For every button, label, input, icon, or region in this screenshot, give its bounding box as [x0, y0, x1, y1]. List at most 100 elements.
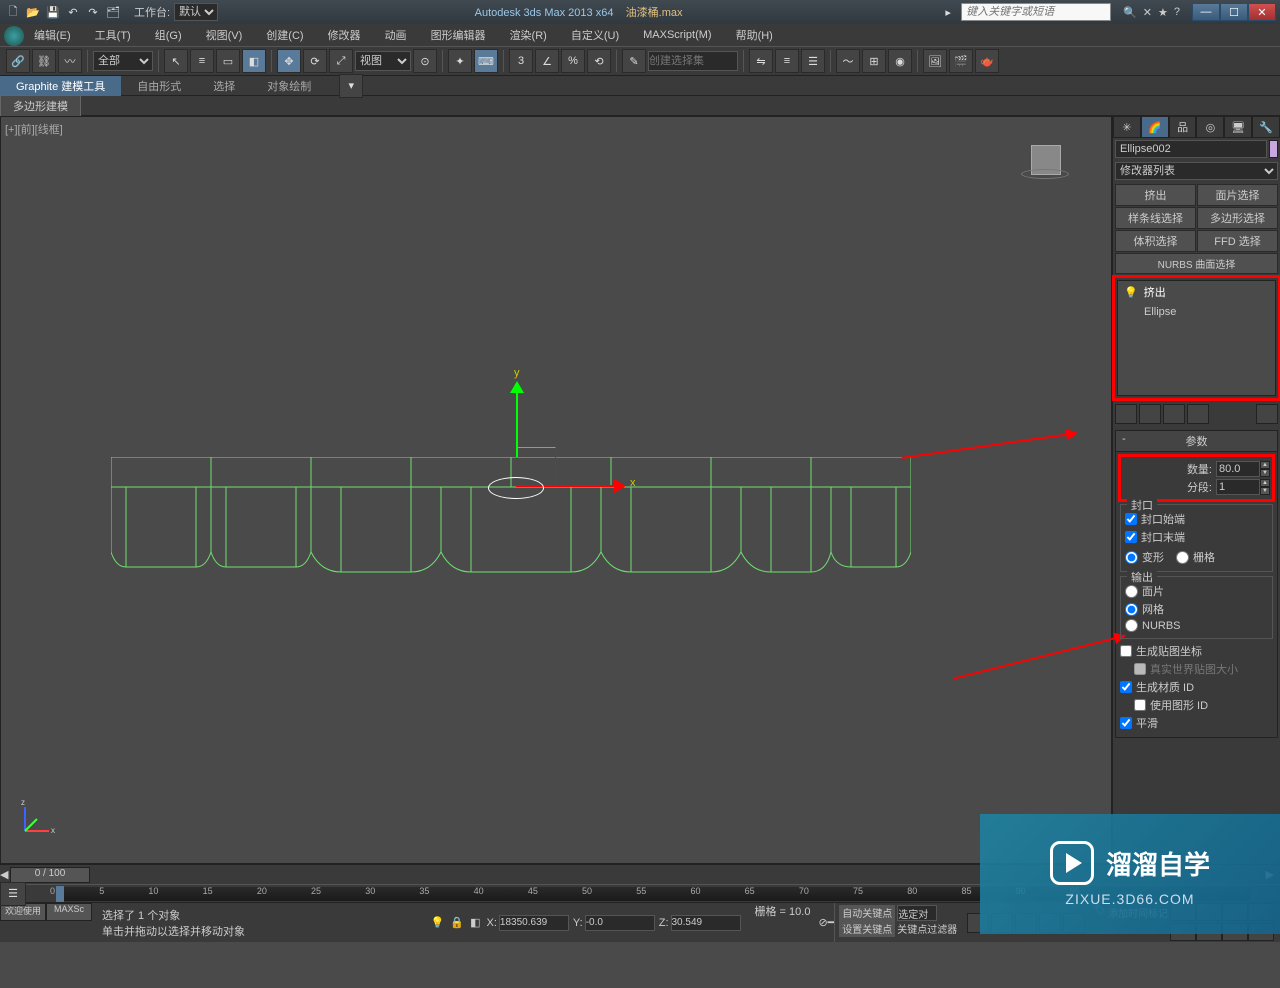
menu-group[interactable]: 组(G) — [145, 25, 192, 45]
welcome-button[interactable]: 欢迎使用 — [0, 903, 46, 921]
menu-animation[interactable]: 动画 — [375, 25, 417, 45]
ribbon-expand-icon[interactable]: ▾ — [339, 74, 363, 98]
rotate-icon[interactable]: ⟳ — [303, 49, 327, 73]
help-search-input[interactable] — [961, 3, 1111, 21]
lock-selection-icon[interactable]: 🔒 — [450, 916, 464, 929]
mesh-radio[interactable] — [1125, 603, 1138, 616]
create-tab-icon[interactable]: ✳ — [1113, 116, 1141, 138]
help-icon[interactable]: ? — [1174, 6, 1180, 19]
stack-item-extrude[interactable]: 💡 挤出 — [1118, 281, 1275, 303]
trackbar-toggle-icon[interactable]: ☰ — [0, 882, 26, 906]
utilities-tab-icon[interactable]: 🔧 — [1252, 116, 1280, 138]
show-end-icon[interactable] — [1139, 404, 1161, 424]
smooth-checkbox[interactable] — [1120, 717, 1132, 729]
viewport-front[interactable]: [+][前][线框] — [0, 116, 1112, 864]
use-shape-checkbox[interactable] — [1134, 699, 1146, 711]
y-coord-input[interactable] — [585, 915, 655, 931]
close-button[interactable]: ✕ — [1248, 3, 1276, 21]
open-file-icon[interactable]: 📂 — [24, 3, 42, 21]
layers-icon[interactable]: ☰ — [801, 49, 825, 73]
viewcube[interactable] — [1021, 145, 1071, 195]
amount-spinner[interactable]: ▲▼ — [1216, 461, 1270, 477]
scale-icon[interactable]: ⤢ — [329, 49, 353, 73]
menu-customize[interactable]: 自定义(U) — [561, 25, 629, 45]
tab-selection[interactable]: 选择 — [197, 76, 251, 96]
connect-icon[interactable]: ✕ — [1143, 6, 1152, 19]
tab-graphite[interactable]: Graphite 建模工具 — [0, 76, 121, 96]
cap-start-checkbox[interactable] — [1125, 513, 1137, 525]
nurbs-radio[interactable] — [1125, 619, 1138, 632]
window-crossing-icon[interactable]: ◧ — [242, 49, 266, 73]
menu-rendering[interactable]: 渲染(R) — [500, 25, 557, 45]
modifier-list-dropdown[interactable]: 修改器列表 — [1115, 162, 1278, 180]
segments-spinner[interactable]: ▲▼ — [1216, 479, 1270, 495]
display-tab-icon[interactable]: 🖥 — [1224, 116, 1252, 138]
app-logo-icon[interactable] — [4, 26, 24, 46]
tab-paint[interactable]: 对象绘制 — [251, 76, 327, 96]
snap-toggle-icon[interactable]: 3 — [509, 49, 533, 73]
amount-input[interactable] — [1216, 461, 1260, 477]
menu-views[interactable]: 视图(V) — [196, 25, 253, 45]
key-mode-icon[interactable]: ⊘━ — [818, 916, 834, 929]
named-sel-icon[interactable]: ✎ — [622, 49, 646, 73]
render-icon[interactable]: 🫖 — [975, 49, 999, 73]
spinner-snap-icon[interactable]: ⟲ — [587, 49, 611, 73]
menu-edit[interactable]: 编辑(E) — [24, 25, 81, 45]
mod-volsel-button[interactable]: 体积选择 — [1115, 230, 1196, 252]
comm-center-icon[interactable]: ▸ — [939, 3, 957, 21]
transform-gizmo[interactable]: y x — [496, 387, 646, 537]
undo-icon[interactable]: ↶ — [64, 3, 82, 21]
curve-editor-icon[interactable]: 〜 — [836, 49, 860, 73]
minimize-button[interactable]: — — [1192, 3, 1220, 21]
patch-radio[interactable] — [1125, 585, 1138, 598]
modify-tab-icon[interactable]: 🌈 — [1141, 116, 1169, 138]
menu-maxscript[interactable]: MAXScript(M) — [633, 27, 721, 43]
object-color-swatch[interactable] — [1269, 140, 1278, 158]
render-setup-icon[interactable]: 🖼 — [923, 49, 947, 73]
x-coord-input[interactable] — [499, 915, 569, 931]
menu-grapheditors[interactable]: 图形编辑器 — [421, 25, 496, 45]
menu-create[interactable]: 创建(C) — [256, 25, 313, 45]
isolate-icon[interactable]: ◧ — [470, 916, 480, 929]
mod-polysel-button[interactable]: 多边形选择 — [1197, 207, 1278, 229]
cap-end-checkbox[interactable] — [1125, 531, 1137, 543]
maxscript-button[interactable]: MAXSc — [46, 903, 92, 921]
move-icon[interactable]: ✥ — [277, 49, 301, 73]
bind-icon[interactable]: 〰 — [58, 49, 82, 73]
manipulate-icon[interactable]: ✦ — [448, 49, 472, 73]
menu-tools[interactable]: 工具(T) — [85, 25, 141, 45]
render-frame-icon[interactable]: 🎬 — [949, 49, 973, 73]
remove-mod-icon[interactable] — [1187, 404, 1209, 424]
project-icon[interactable]: 🗂 — [104, 3, 122, 21]
search-icon[interactable]: 🔍 — [1123, 6, 1137, 19]
link-icon[interactable]: 🔗 — [6, 49, 30, 73]
material-editor-icon[interactable]: ◉ — [888, 49, 912, 73]
mod-patchsel-button[interactable]: 面片选择 — [1197, 184, 1278, 206]
mod-splinesel-button[interactable]: 样条线选择 — [1115, 207, 1196, 229]
menu-help[interactable]: 帮助(H) — [726, 25, 783, 45]
align-icon[interactable]: ≡ — [775, 49, 799, 73]
subtab-polymodeling[interactable]: 多边形建模 — [0, 95, 81, 117]
pivot-icon[interactable]: ⊙ — [413, 49, 437, 73]
schematic-icon[interactable]: ⊞ — [862, 49, 886, 73]
select-region-icon[interactable]: ▭ — [216, 49, 240, 73]
ref-coord-dropdown[interactable]: 视图 — [355, 51, 411, 71]
select-icon[interactable]: ↖ — [164, 49, 188, 73]
menu-modifiers[interactable]: 修改器 — [318, 25, 371, 45]
setkey-button[interactable]: 设置关键点 — [839, 921, 895, 937]
timeline-knob[interactable] — [56, 886, 64, 902]
lightbulb-icon[interactable]: 💡 — [1124, 286, 1138, 299]
keyfilter-button[interactable]: 关键点过滤器 — [897, 921, 957, 937]
pin-stack-icon[interactable] — [1115, 404, 1137, 424]
make-unique-icon[interactable] — [1163, 404, 1185, 424]
object-name-input[interactable] — [1115, 140, 1267, 158]
select-by-name-icon[interactable]: ≡ — [190, 49, 214, 73]
mod-extrude-button[interactable]: 挤出 — [1115, 184, 1196, 206]
gen-mat-checkbox[interactable] — [1120, 681, 1132, 693]
unlink-icon[interactable]: ⛓ — [32, 49, 56, 73]
save-file-icon[interactable]: 💾 — [44, 3, 62, 21]
selection-filter-dropdown[interactable]: 全部 — [93, 51, 153, 71]
lock-icon[interactable]: 💡 — [431, 916, 445, 929]
maximize-button[interactable]: ☐ — [1220, 3, 1248, 21]
mod-nurbssel-button[interactable]: NURBS 曲面选择 — [1115, 253, 1278, 274]
